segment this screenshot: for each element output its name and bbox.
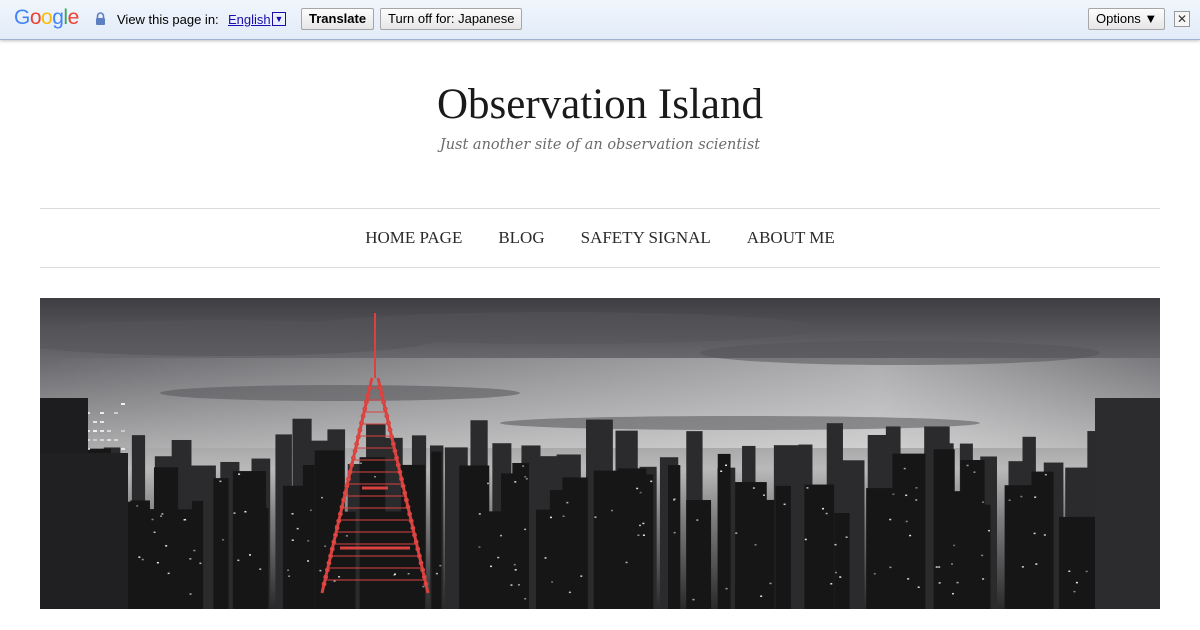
- site-title[interactable]: Observation Island: [0, 80, 1200, 129]
- language-dropdown-icon[interactable]: ▼: [272, 12, 286, 26]
- main-navigation: HOME PAGE BLOG SAFETY SIGNAL ABOUT ME: [40, 208, 1160, 268]
- city-skyline-image: [40, 298, 1160, 609]
- site-tagline: Just another site of an observation scie…: [439, 137, 761, 153]
- close-icon[interactable]: ✕: [1174, 11, 1190, 27]
- logo-letter: o: [29, 6, 42, 29]
- nav-item-blog[interactable]: BLOG: [498, 228, 544, 248]
- lock-icon: [96, 12, 105, 25]
- language-select-link[interactable]: English: [228, 12, 271, 27]
- translate-button[interactable]: Translate: [301, 8, 375, 30]
- nav-item-safety-signal[interactable]: SAFETY SIGNAL: [581, 228, 711, 248]
- nav-item-home-page[interactable]: HOME PAGE: [365, 228, 462, 248]
- turn-off-japanese-button[interactable]: Turn off for: Japanese: [380, 8, 523, 30]
- options-button[interactable]: Options ▼: [1088, 8, 1166, 30]
- view-page-in-label: View this page in:: [117, 12, 219, 27]
- logo-letter: G: [14, 6, 30, 29]
- translate-bar: Google View this page in: English ▼ Tran…: [0, 0, 1200, 40]
- nav-item-about-me[interactable]: ABOUT ME: [747, 228, 835, 248]
- logo-letter: o: [41, 6, 53, 29]
- logo-letter: g: [52, 6, 64, 29]
- google-logo: Google: [14, 6, 79, 30]
- logo-letter: e: [67, 6, 80, 29]
- header-image: [40, 298, 1160, 609]
